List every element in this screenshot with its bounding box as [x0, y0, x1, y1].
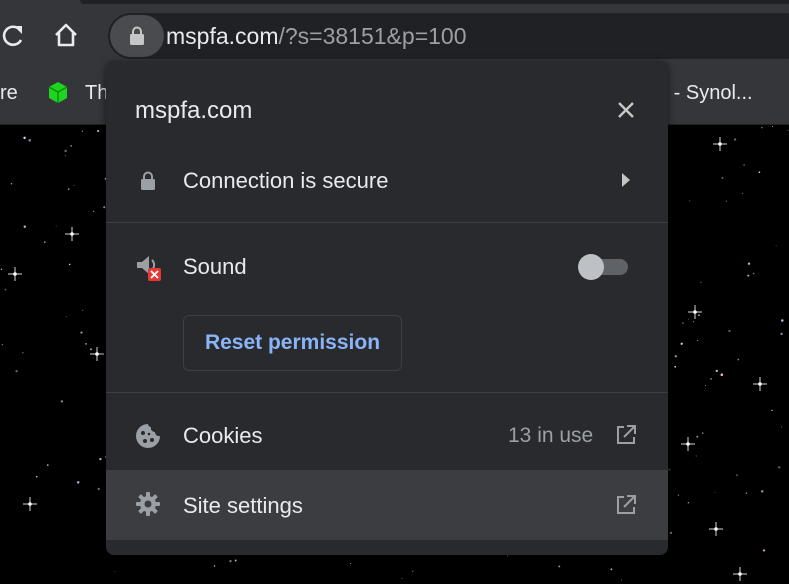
external-link-icon: [617, 495, 636, 514]
tab-strip-edge: [80, 0, 789, 4]
green-cube-icon: [48, 82, 68, 103]
cookies-label: Cookies: [183, 423, 263, 448]
bookmark-item-partial-left[interactable]: re: [0, 81, 18, 105]
toggle-knob: [578, 254, 604, 280]
gear-icon: [136, 492, 160, 516]
sound-blocked-icon: [137, 256, 161, 281]
url-host: mspfa.com: [166, 23, 279, 49]
divider: [106, 392, 668, 393]
site-info-button[interactable]: [110, 15, 164, 57]
sound-label: Sound: [183, 254, 247, 279]
sound-toggle[interactable]: [578, 254, 630, 280]
external-link-icon: [617, 425, 636, 444]
site-settings-label: Site settings: [183, 493, 303, 518]
connection-label: Connection is secure: [183, 168, 389, 193]
url-path: /?s=38151&p=100: [278, 23, 467, 49]
bookmark-item-partial[interactable]: Th: [85, 81, 108, 105]
site-info-popup: mspfa.com Connection is secure Sound Res…: [106, 61, 668, 555]
close-icon[interactable]: [614, 98, 638, 122]
cookies-count: 13 in use: [508, 424, 594, 447]
home-icon[interactable]: [52, 20, 80, 50]
lock-icon: [130, 26, 144, 45]
reset-permission-button[interactable]: Reset permission: [183, 315, 402, 371]
divider: [106, 222, 668, 223]
cookie-icon: [136, 424, 160, 448]
reload-icon[interactable]: [0, 20, 28, 50]
chevron-right-icon: [622, 173, 630, 187]
url-text[interactable]: mspfa.com/?s=38151&p=100: [166, 22, 467, 50]
lock-icon: [141, 171, 155, 190]
popup-title: mspfa.com: [135, 97, 253, 124]
bookmark-item-synology[interactable]: d - Synol...: [657, 81, 753, 105]
